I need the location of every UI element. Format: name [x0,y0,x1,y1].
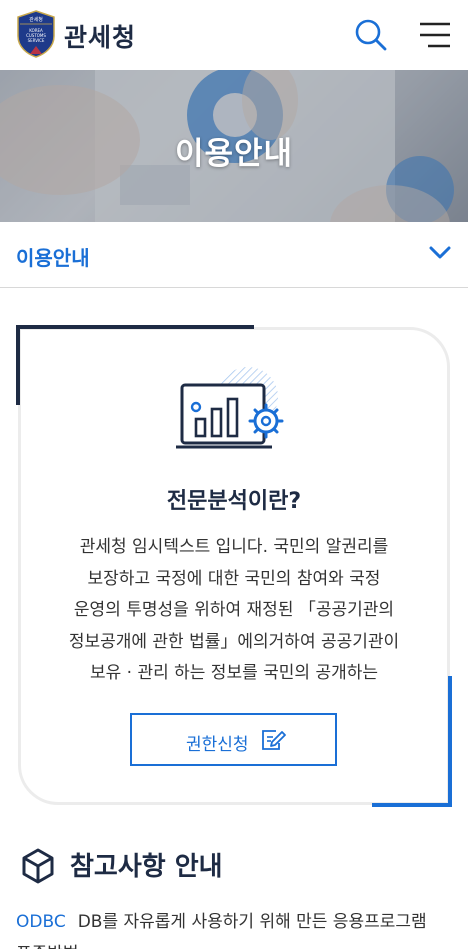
card-accent-right [448,676,452,807]
analytics-monitor-icon [176,367,284,449]
card-title: 전문분석이란? [166,489,302,514]
search-icon [355,19,387,51]
search-button[interactable] [354,18,388,52]
card-description-line: 보유 · 관리 하는 정보를 국민의 공개하는 [89,663,379,683]
reference-description: DB를 자유롭게 사용하기 위해 만든 응용프로그램 [77,912,427,932]
subnav-dropdown[interactable]: 이용안내 [0,222,468,288]
hamburger-menu-icon [420,22,450,48]
card-description-line: 정보공개에 관한 법률」에의거하여 공공기관이 [68,631,400,652]
banner-title: 이용안내 [174,136,294,172]
reference-term-link[interactable]: ODBC [16,912,66,932]
card-accent-top [16,325,254,329]
chevron-down-icon[interactable] [428,244,452,262]
header: 관세청 KOREA CUSTOMS SERVICE 관세청 [0,0,468,70]
customs-logo[interactable]: 관세청 KOREA CUSTOMS SERVICE [16,10,56,58]
edit-document-icon [262,730,286,750]
card-description-line: 운영의 투명성을 위하여 재정된 「공공기관의 [73,600,395,620]
card-description-line: 보장하고 국정에 대한 국민의 참여와 국정 [87,568,381,589]
card-accent-bottom [372,803,452,807]
apply-permission-button[interactable]: 권한신청 [130,713,337,766]
apply-button-label: 권한신청 [186,735,249,755]
brand-name[interactable]: 관세청 [64,18,136,54]
card-description-line: 관세청 임시텍스트 입니다. 국민의 알권리를 [79,537,389,557]
reference-description-cont: 표준방법 [16,938,456,949]
card-accent-left [16,325,20,405]
cube-icon [22,848,54,884]
svg-text:관세청: 관세청 [29,16,43,23]
reference-item: ODBC DB를 자유롭게 사용하기 위해 만든 응용프로그램 표준방법 [16,906,456,949]
section-title: 참고사항 안내 [70,852,223,882]
subnav-label: 이용안내 [16,246,90,270]
svg-text:SERVICE: SERVICE [28,38,45,43]
card-description: 관세청 임시텍스트 입니다. 국민의 알권리를 보장하고 국정에 대한 국민의 … [44,532,424,690]
menu-button[interactable] [418,20,452,50]
page-banner: 이용안내 [0,70,468,222]
